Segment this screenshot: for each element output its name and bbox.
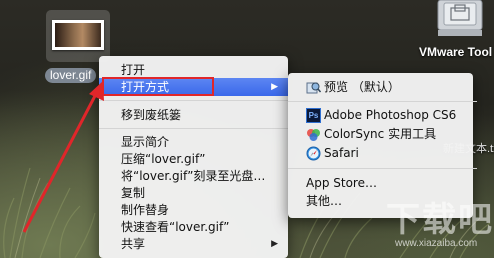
menu-item-label: 显示简介	[121, 135, 170, 149]
vmware-label[interactable]: VMware Tool	[419, 45, 492, 59]
submenu-item-preview[interactable]: 预览 （默认）	[288, 78, 473, 97]
menu-item-burn-to-disc[interactable]: 将“lover.gif”刻录至光盘…	[99, 167, 288, 185]
menu-item-label: 将“lover.gif”刻录至光盘…	[121, 169, 266, 183]
menu-item-duplicate[interactable]: 复制	[99, 184, 288, 202]
thumbnail-picture	[55, 23, 101, 47]
submenu-item-label: ColorSync 实用工具	[324, 127, 437, 141]
menu-item-get-info[interactable]: 显示简介	[99, 133, 288, 151]
submenu-item-label: 其他…	[306, 194, 343, 208]
menu-item-label: 制作替身	[121, 203, 170, 217]
menu-item-share[interactable]: 共享 ▶	[99, 235, 288, 253]
menu-separator	[99, 128, 288, 129]
annotation-highlight-box	[102, 77, 214, 96]
submenu-item-photoshop[interactable]: Ps Adobe Photoshop CS6	[288, 106, 473, 125]
menu-item-label: 压缩“lover.gif”	[121, 152, 206, 166]
submenu-arrow-icon: ▶	[271, 239, 278, 249]
submenu-item-label: Safari	[324, 146, 359, 160]
submenu-item-safari[interactable]: Safari	[288, 144, 473, 163]
submenu-item-app-store[interactable]: App Store…	[288, 174, 473, 193]
menu-item-compress[interactable]: 压缩“lover.gif”	[99, 150, 288, 168]
preview-icon	[306, 82, 321, 94]
file-label[interactable]: lover.gif	[45, 68, 97, 83]
watermark-logo: 下载吧	[386, 200, 494, 240]
watermark-url: www.xiazaiba.com	[395, 238, 478, 249]
submenu-item-colorsync[interactable]: ColorSync 实用工具	[288, 125, 473, 144]
menu-separator	[288, 168, 477, 169]
submenu-item-label: App Store…	[306, 176, 377, 190]
menu-item-label: 移到废纸篓	[121, 108, 182, 122]
menu-item-quick-look[interactable]: 快速查看“lover.gif”	[99, 218, 288, 236]
colorsync-icon	[307, 129, 320, 141]
photoshop-icon: Ps	[306, 108, 321, 123]
menu-item-label: 快速查看“lover.gif”	[121, 220, 230, 234]
menu-item-make-alias[interactable]: 制作替身	[99, 201, 288, 219]
safari-icon	[306, 146, 321, 161]
submenu-item-label: Adobe Photoshop CS6	[324, 108, 457, 122]
menu-separator	[288, 101, 477, 102]
submenu-arrow-icon: ▶	[271, 82, 278, 92]
vmware-drive-icon[interactable]	[436, 0, 484, 40]
menu-item-label: 共享	[121, 237, 146, 251]
menu-item-label: 复制	[121, 186, 146, 200]
menu-separator	[99, 100, 288, 101]
image-thumbnail	[52, 20, 104, 50]
gif-image-icon[interactable]	[46, 10, 110, 62]
submenu-item-label: 预览 （默认）	[324, 80, 400, 94]
menu-item-move-to-trash[interactable]: 移到废纸篓	[99, 106, 288, 124]
